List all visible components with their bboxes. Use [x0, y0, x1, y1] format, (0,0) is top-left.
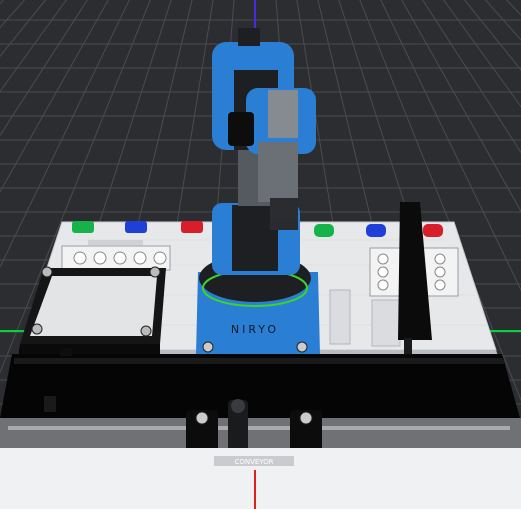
- swatch-blue-left[interactable]: [125, 221, 147, 233]
- swatch-green-left[interactable]: [72, 221, 94, 233]
- conveyor-label-plate: CONVEYOR: [0, 448, 521, 509]
- swatch-blue-right[interactable]: [366, 224, 386, 237]
- 3d-viewport[interactable]: NIRYO CONVEYOR: [0, 0, 521, 509]
- conveyor-foot-left: [186, 410, 218, 452]
- swatch-green-right[interactable]: [314, 224, 334, 237]
- scene-canvas[interactable]: NIRYO CONVEYOR: [0, 0, 521, 509]
- swatch-red-left[interactable]: [181, 221, 203, 233]
- swatch-red-right[interactable]: [423, 224, 443, 237]
- conveyor-motor[interactable]: [228, 399, 248, 454]
- robot-brand-label: NIRYO: [231, 323, 279, 336]
- conveyor-foot-right: [290, 410, 322, 452]
- conveyor-label: CONVEYOR: [234, 458, 273, 466]
- conveyor[interactable]: [0, 348, 521, 454]
- pallet-grid-left: [61, 245, 171, 271]
- pallet-box[interactable]: [18, 266, 166, 356]
